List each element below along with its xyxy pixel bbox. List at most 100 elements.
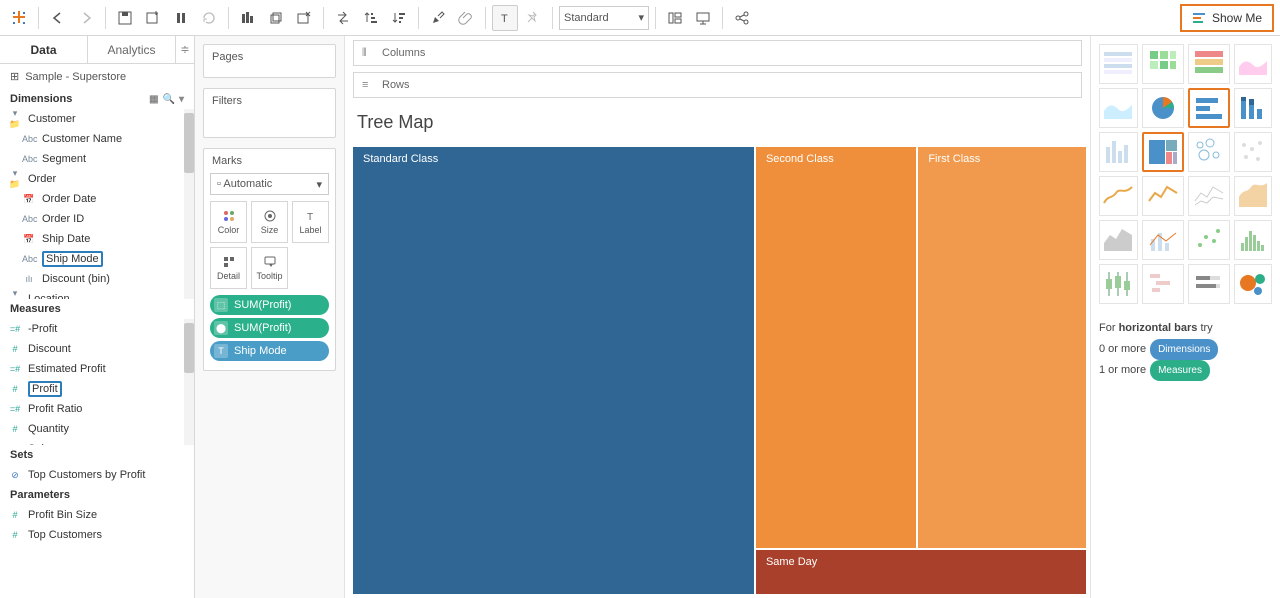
field-profit-ratio[interactable]: =#Profit Ratio	[0, 399, 194, 419]
marks-detail[interactable]: Detail	[210, 247, 247, 289]
sm-symbol-map[interactable]	[1234, 44, 1273, 84]
field-estimated-profit[interactable]: =#Estimated Profit	[0, 359, 194, 379]
sm-boxplot[interactable]	[1099, 264, 1138, 304]
field-top-customers-by-profit[interactable]: ⊘Top Customers by Profit	[0, 465, 194, 485]
field-sales[interactable]: #Sales	[0, 439, 194, 445]
field-neg-profit[interactable]: =#-Profit	[0, 319, 194, 339]
redo-button[interactable]	[73, 5, 99, 31]
highlight-button[interactable]	[425, 5, 451, 31]
mark-type-dropdown[interactable]: ▫ Automatic▾	[210, 173, 329, 195]
sm-text-table[interactable]	[1099, 44, 1138, 84]
folder-location[interactable]: ▾ 🌐Location	[0, 289, 194, 299]
treemap-viz[interactable]: Standard Class Second Class First Class …	[353, 147, 1082, 594]
field-ship-date[interactable]: 📅Ship Date	[0, 229, 194, 249]
sm-highlight-table[interactable]	[1188, 44, 1230, 84]
measures-scrollbar[interactable]	[184, 319, 194, 445]
presentation-button[interactable]	[690, 5, 716, 31]
grid-icon[interactable]: ▦	[149, 94, 158, 105]
viz-title[interactable]: Tree Map	[353, 104, 1082, 141]
sort-desc-button[interactable]	[386, 5, 412, 31]
param-top-customers[interactable]: #Top Customers	[0, 525, 194, 545]
sm-heatmap[interactable]	[1142, 44, 1184, 84]
undo-button[interactable]	[45, 5, 71, 31]
sm-stacked-bar[interactable]	[1234, 88, 1273, 128]
dimensions-scrollbar[interactable]	[184, 109, 194, 299]
sm-gantt[interactable]	[1142, 264, 1184, 304]
new-worksheet-button[interactable]	[235, 5, 261, 31]
sm-treemap[interactable]	[1142, 132, 1184, 172]
param-profit-bin-size[interactable]: #Profit Bin Size	[0, 505, 194, 525]
sm-side-bar[interactable]	[1099, 132, 1138, 172]
tm-second-class[interactable]: Second Class	[756, 147, 916, 548]
sm-dual-combo[interactable]	[1142, 220, 1184, 260]
dimensions-header: Dimensions ▦🔍▾	[0, 89, 194, 109]
canvas: ⫴Columns ≡Rows Tree Map Standard Class S…	[345, 36, 1090, 598]
tab-data[interactable]: Data	[0, 36, 88, 63]
search-icon[interactable]: 🔍	[163, 94, 175, 105]
field-order-date[interactable]: 📅Order Date	[0, 189, 194, 209]
marks-label[interactable]: TLabel	[292, 201, 329, 243]
chevron-down-icon: ▾	[316, 178, 322, 191]
pause-button[interactable]	[168, 5, 194, 31]
folder-order[interactable]: ▾ 📁Order	[0, 169, 194, 189]
sm-histogram[interactable]	[1234, 220, 1273, 260]
datasource-row[interactable]: ⊞ Sample - Superstore	[0, 64, 194, 89]
field-segment[interactable]: AbcSegment	[0, 149, 194, 169]
columns-shelf[interactable]: ⫴Columns	[353, 40, 1082, 66]
dimensions-list: ▾ 📁Customer AbcCustomer Name AbcSegment …	[0, 109, 194, 299]
sm-scatter[interactable]	[1188, 220, 1230, 260]
sm-circle-views[interactable]	[1188, 132, 1230, 172]
tm-first-class[interactable]: First Class	[918, 147, 1086, 548]
attach-button[interactable]	[453, 5, 479, 31]
sm-pie[interactable]	[1142, 88, 1184, 128]
field-customer-name[interactable]: AbcCustomer Name	[0, 129, 194, 149]
sm-horizontal-bar[interactable]	[1188, 88, 1230, 128]
field-quantity[interactable]: #Quantity	[0, 419, 194, 439]
field-discount[interactable]: #Discount	[0, 339, 194, 359]
sm-area-disc[interactable]	[1099, 220, 1138, 260]
tm-same-day[interactable]: Same Day	[756, 550, 1086, 594]
marks-title: Marks	[210, 155, 329, 167]
folder-customer[interactable]: ▾ 📁Customer	[0, 109, 194, 129]
field-discount-bin[interactable]: ılıDiscount (bin)	[0, 269, 194, 289]
tm-standard-class[interactable]: Standard Class	[353, 147, 754, 594]
pill-size-sum-profit[interactable]: ⬤SUM(Profit)	[210, 318, 329, 338]
pages-shelf[interactable]: Pages	[203, 44, 336, 78]
marks-color[interactable]: Color	[210, 201, 247, 243]
sm-side-circles[interactable]	[1234, 132, 1273, 172]
pin-button[interactable]	[520, 5, 546, 31]
pane-menu-icon[interactable]: ≑	[176, 36, 194, 63]
datasource-icon: ⊞	[10, 70, 19, 83]
text-tool-button[interactable]: T	[492, 5, 518, 31]
pill-color-sum-profit[interactable]: ⬚SUM(Profit)	[210, 295, 329, 315]
field-ship-mode[interactable]: AbcShip Mode	[0, 249, 194, 269]
tab-analytics[interactable]: Analytics	[88, 36, 176, 63]
sm-dual-line[interactable]	[1188, 176, 1230, 216]
sm-bullet[interactable]	[1188, 264, 1230, 304]
save-button[interactable]	[112, 5, 138, 31]
clear-button[interactable]	[291, 5, 317, 31]
sm-packed-bubbles[interactable]	[1234, 264, 1273, 304]
duplicate-button[interactable]	[263, 5, 289, 31]
show-cards-button[interactable]	[662, 5, 688, 31]
field-profit[interactable]: #Profit	[0, 379, 194, 399]
refresh-button[interactable]	[196, 5, 222, 31]
filters-shelf[interactable]: Filters	[203, 88, 336, 138]
sm-line-cont[interactable]	[1099, 176, 1138, 216]
fit-dropdown[interactable]: Standard▾	[559, 6, 649, 30]
showme-button[interactable]: Show Me	[1180, 4, 1274, 32]
field-order-id[interactable]: AbcOrder ID	[0, 209, 194, 229]
share-button[interactable]	[729, 5, 755, 31]
sm-filled-map[interactable]	[1099, 88, 1138, 128]
sm-area-cont[interactable]	[1234, 176, 1273, 216]
chevron-down-icon[interactable]: ▾	[179, 94, 184, 105]
sm-line-disc[interactable]	[1142, 176, 1184, 216]
swap-button[interactable]	[330, 5, 356, 31]
measures-header: Measures	[0, 299, 194, 319]
new-datasource-button[interactable]	[140, 5, 166, 31]
marks-size[interactable]: Size	[251, 201, 288, 243]
sort-asc-button[interactable]	[358, 5, 384, 31]
rows-shelf[interactable]: ≡Rows	[353, 72, 1082, 98]
marks-tooltip[interactable]: Tooltip	[251, 247, 288, 289]
pill-label-ship-mode[interactable]: TShip Mode	[210, 341, 329, 361]
